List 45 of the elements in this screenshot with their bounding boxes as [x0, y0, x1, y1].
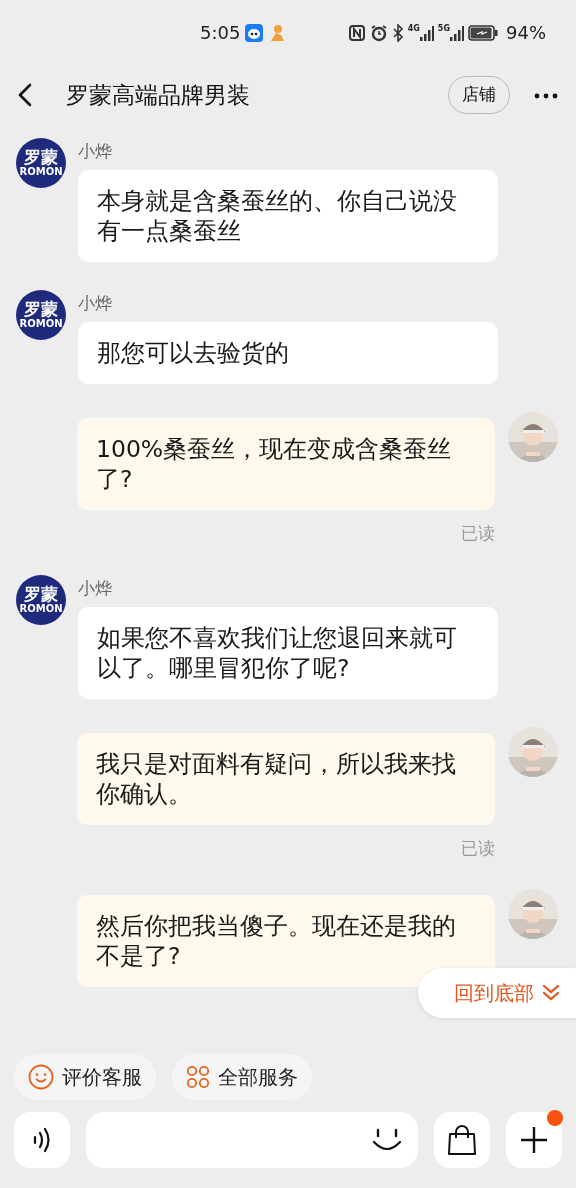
- bluetooth-icon: [391, 23, 404, 42]
- logo-text: ROMON: [19, 603, 63, 614]
- status-time: 5:05: [200, 21, 241, 45]
- plus-icon: [519, 1125, 549, 1155]
- sender-name: 小烨: [78, 140, 113, 162]
- message-bubble: 我只是对面料有疑问，所以我来找你确认。: [77, 732, 495, 825]
- back-button[interactable]: [18, 82, 32, 108]
- voice-icon: [31, 1125, 53, 1155]
- network-label: 4G: [407, 24, 420, 33]
- sender-name: 小烨: [78, 292, 113, 314]
- logo-text: ROMON: [19, 167, 63, 177]
- emoji-icon[interactable]: [372, 1128, 402, 1152]
- quick-action-chip[interactable]: 评价客服: [14, 1054, 156, 1100]
- battery-percent: 94%: [506, 21, 546, 45]
- plus-button[interactable]: [506, 1112, 562, 1168]
- logo-text: 罗蒙: [24, 301, 58, 318]
- more-icon: [534, 91, 558, 100]
- back-icon: [18, 83, 32, 108]
- sender-name: 小烨: [78, 576, 113, 599]
- signal-icon: [450, 24, 464, 41]
- message-bubble: 如果您不喜欢我们让您退回来就可以了。哪里冒犯你了呢?: [78, 606, 498, 699]
- battery-icon: [468, 23, 498, 42]
- message-bubble: 100%桑蚕丝，现在变成含桑蚕丝了?: [77, 418, 495, 510]
- grid-icon: [186, 1065, 210, 1089]
- message-bubble: 那您可以去验货的: [78, 322, 498, 384]
- message-input[interactable]: [86, 1112, 418, 1168]
- alarm-icon: [369, 23, 388, 42]
- quick-action-chip[interactable]: 全部服务: [172, 1054, 312, 1100]
- signal-icon: [419, 24, 434, 41]
- shopping-bag-icon: [447, 1124, 477, 1156]
- logo-text: 罗蒙: [24, 585, 58, 603]
- nfc-icon: [347, 23, 366, 42]
- logo-text: ROMON: [19, 319, 63, 329]
- app-notification-icon: [244, 22, 265, 43]
- voice-button[interactable]: [14, 1112, 70, 1168]
- network-label: 5G: [437, 24, 450, 33]
- app-notification-icon: [268, 22, 287, 43]
- read-status: 已读: [461, 836, 495, 860]
- message-bubble: 本身就是含桑蚕丝的、你自己说没有一点桑蚕丝: [78, 170, 498, 262]
- shopping-bag-button[interactable]: [434, 1112, 490, 1168]
- logo-text: 罗蒙: [24, 149, 58, 166]
- smile-icon: [28, 1064, 54, 1090]
- read-status: 已读: [461, 522, 495, 545]
- chat-title: 罗蒙高端品牌男装: [66, 80, 250, 110]
- double-chevron-icon: [542, 984, 560, 1002]
